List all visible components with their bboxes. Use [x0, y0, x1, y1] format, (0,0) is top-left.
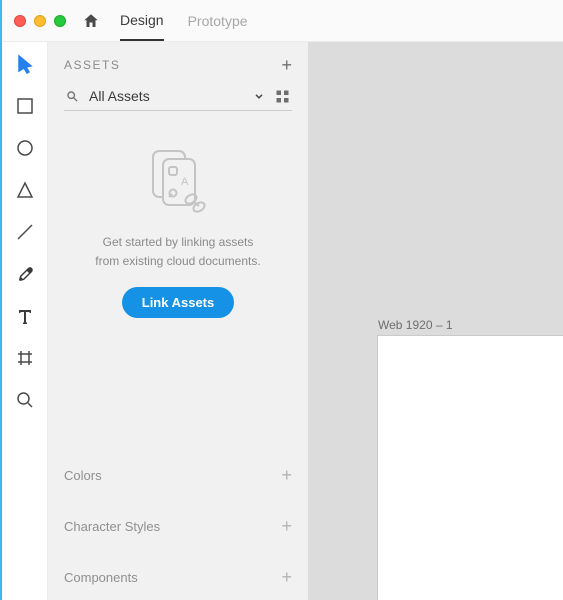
select-tool[interactable] [15, 54, 35, 74]
add-asset-button[interactable]: + [281, 56, 292, 74]
minimize-window-button[interactable] [34, 15, 46, 27]
ellipse-tool[interactable] [15, 138, 35, 158]
link-assets-button-label: Link Assets [142, 295, 215, 310]
link-assets-button[interactable]: Link Assets [122, 287, 235, 318]
add-color-button[interactable]: + [281, 466, 292, 484]
window-controls [14, 15, 66, 27]
assets-panel-title: ASSETS [64, 58, 120, 72]
assets-panel-header: ASSETS + [48, 42, 308, 82]
linked-assets-illustration-icon: A [147, 149, 209, 215]
section-character-styles[interactable]: Character Styles + [48, 502, 308, 549]
line-tool[interactable] [15, 222, 35, 242]
search-icon [66, 90, 79, 103]
pen-tool[interactable] [15, 264, 35, 284]
close-window-button[interactable] [14, 15, 26, 27]
tab-design-label: Design [120, 12, 164, 28]
titlebar: Design Prototype [2, 0, 563, 42]
empty-state-line1: Get started by linking assets [103, 233, 254, 252]
empty-state-line2: from existing cloud documents. [95, 252, 260, 271]
zoom-tool[interactable] [15, 390, 35, 410]
add-component-button[interactable]: + [281, 568, 292, 586]
section-components[interactable]: Components + [48, 553, 308, 600]
section-character-styles-label: Character Styles [64, 519, 160, 534]
tab-design[interactable]: Design [120, 0, 164, 41]
assets-panel: ASSETS + All Assets A [48, 42, 308, 600]
polygon-tool[interactable] [15, 180, 35, 200]
text-tool[interactable] [15, 306, 35, 326]
assets-filter-label: All Assets [89, 88, 243, 104]
tool-strip [2, 42, 48, 600]
tab-prototype[interactable]: Prototype [188, 0, 248, 41]
app-body: ASSETS + All Assets A [2, 42, 563, 600]
mode-tabs: Design Prototype [120, 0, 248, 41]
chevron-down-icon[interactable] [253, 90, 265, 102]
canvas[interactable]: Web 1920 – 1 [308, 42, 563, 600]
grid-view-icon[interactable] [275, 89, 290, 104]
assets-filter-row[interactable]: All Assets [64, 82, 292, 111]
maximize-window-button[interactable] [54, 15, 66, 27]
section-components-label: Components [64, 570, 138, 585]
tab-prototype-label: Prototype [188, 13, 248, 29]
section-colors[interactable]: Colors + [48, 451, 308, 498]
home-icon[interactable] [82, 12, 100, 30]
artboard-label[interactable]: Web 1920 – 1 [378, 318, 453, 332]
add-character-style-button[interactable]: + [281, 517, 292, 535]
rectangle-tool[interactable] [15, 96, 35, 116]
section-colors-label: Colors [64, 468, 102, 483]
artboard[interactable] [378, 336, 563, 600]
svg-text:A: A [181, 176, 189, 188]
app-window: Design Prototype [0, 0, 563, 600]
assets-empty-state: A Get started by linking assets from exi… [48, 117, 308, 338]
artboard-tool[interactable] [15, 348, 35, 368]
